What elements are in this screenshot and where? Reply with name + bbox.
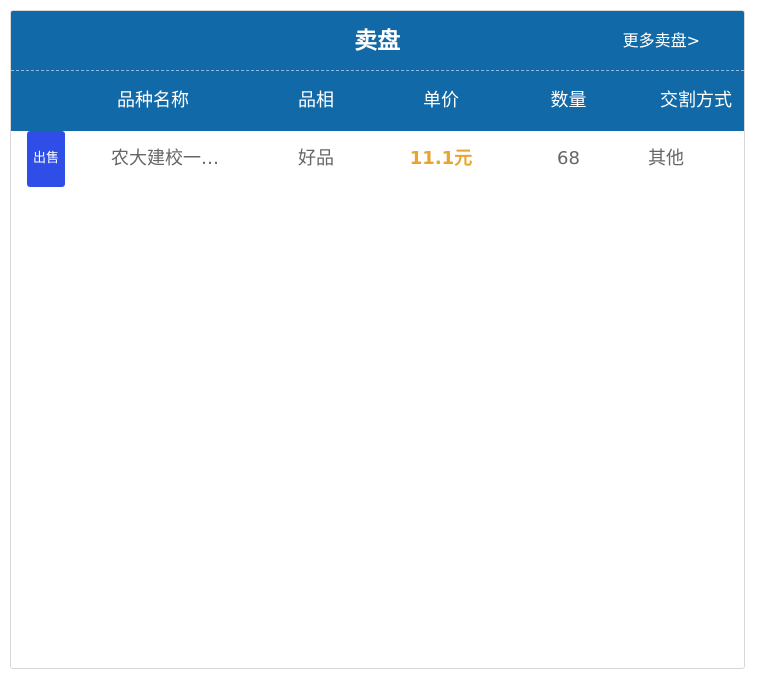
column-header-deal: 交割方式 — [660, 90, 732, 111]
row-quantity: 68 — [557, 148, 580, 169]
table-header: 品种名称 品相 单价 数量 交割方式 — [11, 71, 744, 131]
sell-badge: 出售 — [27, 131, 66, 187]
table-row[interactable]: 出售 农大建校一… 好品 11.1元 68 其他 — [11, 131, 744, 187]
column-header-quantity: 数量 — [550, 90, 587, 111]
row-deal: 其他 — [648, 148, 684, 169]
column-header-name: 品种名称 — [117, 90, 189, 111]
row-name[interactable]: 农大建校一… — [111, 131, 241, 187]
sell-orders-panel: 卖盘 更多卖盘> 品种名称 品相 单价 数量 交割方式 出售 农大建校一… 好品… — [10, 10, 745, 669]
row-price: 11.1元 — [409, 148, 473, 169]
row-grade: 好品 — [298, 148, 334, 169]
more-sell-orders-link[interactable]: 更多卖盘> — [623, 11, 700, 71]
column-header-grade: 品相 — [298, 90, 334, 111]
column-header-price: 单价 — [423, 90, 459, 111]
panel-header: 卖盘 更多卖盘> — [11, 11, 744, 71]
